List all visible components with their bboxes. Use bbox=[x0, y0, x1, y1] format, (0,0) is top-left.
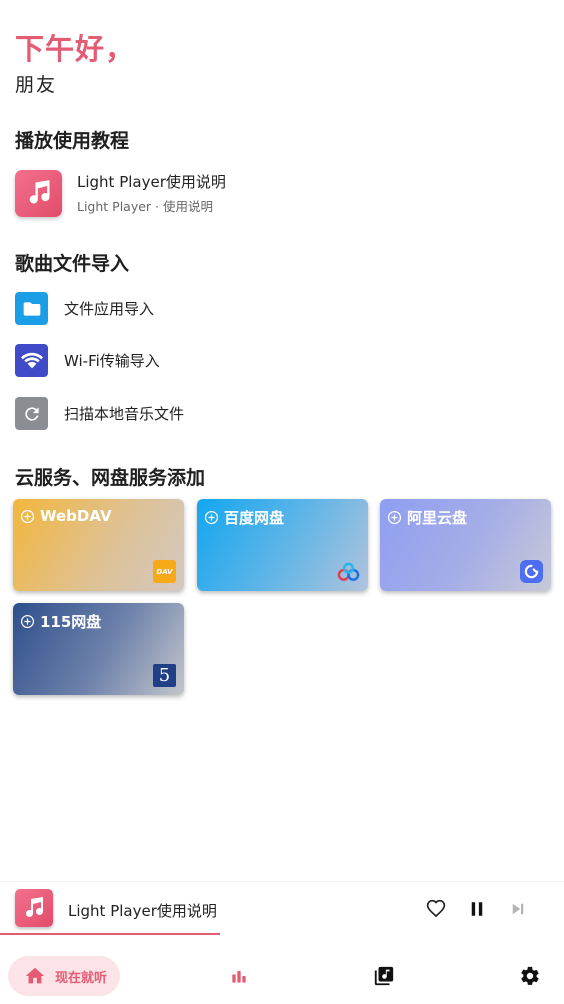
bottom-nav: 现在就听 bbox=[0, 944, 564, 1004]
nav-home-label: 现在就听 bbox=[55, 970, 108, 986]
mini-player[interactable]: Light Player使用说明 bbox=[0, 881, 564, 935]
cloud-card-webdav[interactable]: WebDAV DAV bbox=[13, 499, 184, 591]
greeting-subtitle: 朋友 bbox=[15, 74, 58, 96]
import-item-scan[interactable]: 扫描本地音乐文件 bbox=[15, 397, 184, 430]
aliyun-drive-logo-icon bbox=[520, 560, 543, 583]
music-note-icon bbox=[15, 169, 62, 217]
greeting-title: 下午好， bbox=[15, 32, 136, 66]
gear-icon bbox=[521, 966, 539, 985]
dav-logo-icon: DAV bbox=[153, 560, 176, 583]
add-circle-icon bbox=[20, 614, 35, 629]
import-label-wifi: Wi-Fi传输导入 bbox=[64, 352, 160, 370]
folder-icon bbox=[15, 292, 48, 325]
cloud-card-115[interactable]: 115网盘 5 bbox=[13, 603, 184, 695]
pause-icon[interactable] bbox=[466, 898, 488, 920]
import-item-wifi[interactable]: Wi-Fi传输导入 bbox=[15, 344, 160, 377]
heart-icon[interactable] bbox=[425, 898, 447, 920]
cloud-card-label: 百度网盘 bbox=[224, 509, 285, 527]
playback-progress-fill bbox=[0, 933, 220, 935]
baidu-cloud-logo-icon bbox=[337, 560, 360, 583]
nav-tab-charts[interactable] bbox=[228, 965, 250, 987]
import-item-files[interactable]: 文件应用导入 bbox=[15, 292, 154, 325]
import-label-files: 文件应用导入 bbox=[64, 300, 155, 318]
home-icon bbox=[25, 967, 45, 984]
music-note-icon bbox=[15, 889, 53, 927]
nav-tab-home[interactable]: 现在就听 bbox=[8, 956, 120, 996]
import-label-scan: 扫描本地音乐文件 bbox=[64, 405, 185, 423]
section-title-cloud: 云服务、网盘服务添加 bbox=[15, 467, 206, 489]
section-title-tutorial: 播放使用教程 bbox=[15, 130, 130, 152]
cloud-card-aliyun[interactable]: 阿里云盘 bbox=[380, 499, 551, 591]
115-logo-icon: 5 bbox=[153, 664, 176, 687]
refresh-icon bbox=[15, 397, 48, 430]
cloud-card-label: WebDAV bbox=[40, 507, 112, 525]
add-circle-icon bbox=[20, 509, 35, 523]
tutorial-title: Light Player使用说明 bbox=[77, 173, 226, 191]
nav-tab-library[interactable] bbox=[373, 965, 395, 987]
skip-next-icon[interactable] bbox=[507, 898, 529, 920]
add-circle-icon bbox=[204, 510, 219, 525]
playback-progress[interactable] bbox=[0, 933, 564, 935]
cloud-card-label: 115网盘 bbox=[40, 613, 102, 631]
music-library-icon bbox=[374, 966, 394, 986]
tutorial-item[interactable]: Light Player使用说明 Light Player · 使用说明 bbox=[15, 169, 226, 217]
bar-chart-icon bbox=[232, 971, 246, 983]
tutorial-subtitle: Light Player · 使用说明 bbox=[77, 199, 213, 214]
player-track-title: Light Player使用说明 bbox=[68, 902, 217, 920]
wifi-icon bbox=[15, 344, 48, 377]
section-title-import: 歌曲文件导入 bbox=[15, 253, 130, 275]
nav-tab-settings[interactable] bbox=[519, 965, 541, 987]
add-circle-icon bbox=[387, 510, 402, 525]
cloud-card-baidu[interactable]: 百度网盘 bbox=[197, 499, 368, 591]
cloud-card-label: 阿里云盘 bbox=[407, 509, 468, 527]
